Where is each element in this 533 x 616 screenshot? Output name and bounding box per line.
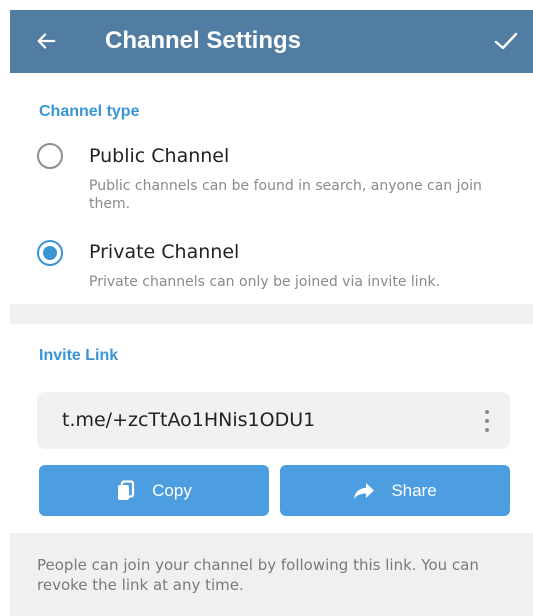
invite-link-header: Invite Link xyxy=(39,347,119,364)
done-button[interactable] xyxy=(491,27,521,55)
top-app-bar: Channel Settings xyxy=(10,10,533,73)
page-title: Channel Settings xyxy=(105,27,302,54)
invite-link-info-text: People can join your channel by followin… xyxy=(37,556,479,594)
private-channel-description: Private channels can only be joined via … xyxy=(89,274,441,290)
public-channel-radio[interactable] xyxy=(37,143,63,169)
private-channel-radio[interactable] xyxy=(37,240,63,266)
more-vertical-icon[interactable] xyxy=(482,410,492,432)
copy-icon xyxy=(118,479,135,500)
channel-settings-screen: Channel Settings Channel type Public Cha… xyxy=(0,0,533,616)
public-channel-title[interactable]: Public Channel xyxy=(89,145,229,167)
share-button-label: Share xyxy=(391,480,437,500)
share-button[interactable]: Share xyxy=(280,465,510,516)
more-dot xyxy=(485,428,489,432)
copy-button[interactable]: Copy xyxy=(39,465,269,516)
more-dot xyxy=(485,410,489,414)
arrow-left-icon xyxy=(37,33,56,49)
channel-type-header: Channel type xyxy=(39,103,140,120)
public-channel-description: Public channels can be found in search, … xyxy=(89,178,482,212)
info-footer: People can join your channel by followin… xyxy=(10,533,533,616)
private-channel-title[interactable]: Private Channel xyxy=(89,241,239,263)
invite-link-field[interactable]: t.me/+zcTtAo1HNis1ODU1 xyxy=(37,392,510,449)
section-divider xyxy=(10,304,533,324)
invite-link-text[interactable]: t.me/+zcTtAo1HNis1ODU1 xyxy=(62,409,315,431)
more-dot xyxy=(485,419,489,423)
back-button[interactable] xyxy=(32,27,60,55)
copy-button-label: Copy xyxy=(152,480,192,500)
share-arrow-icon xyxy=(354,482,375,499)
checkmark-icon xyxy=(494,32,518,50)
